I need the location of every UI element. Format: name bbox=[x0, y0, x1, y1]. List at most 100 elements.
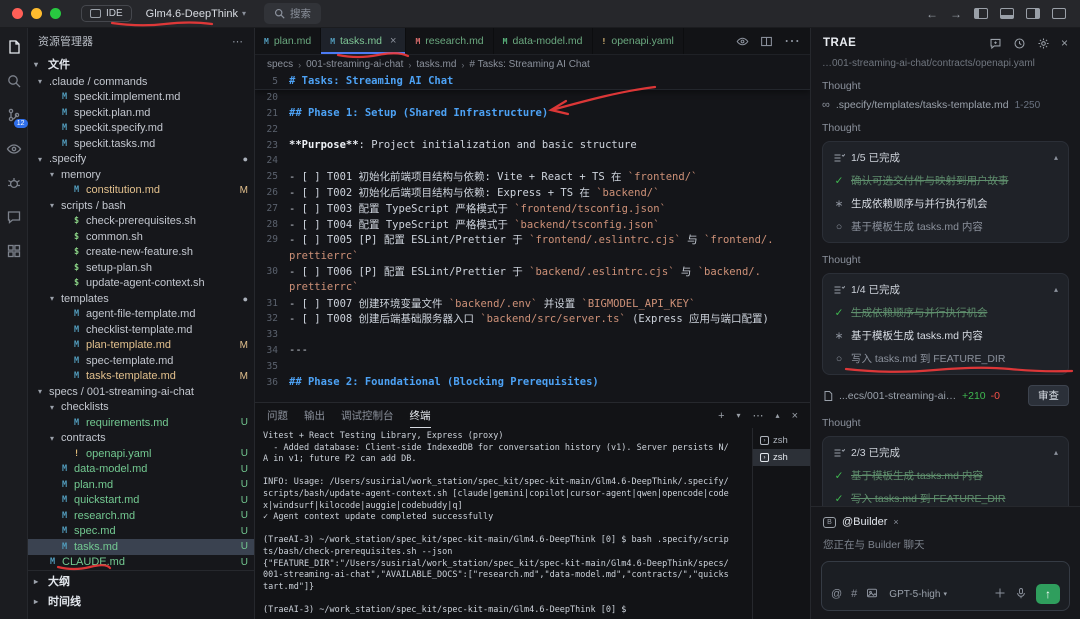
tree-item[interactable]: $ setup-plan.sh bbox=[28, 260, 254, 276]
tree-item[interactable]: Mdata-model.md U bbox=[28, 462, 254, 478]
attach-image-icon[interactable] bbox=[866, 587, 878, 602]
panel-more-icon[interactable]: ⋯ bbox=[753, 409, 764, 422]
collapse-chevron-icon[interactable]: ▴ bbox=[1054, 448, 1058, 457]
code-line[interactable]: 20 bbox=[255, 90, 810, 106]
code-editor[interactable]: 5 # Tasks: Streaming AI Chat 20 21 ## Phase… bbox=[255, 74, 810, 402]
context-hash-icon[interactable]: # bbox=[851, 588, 857, 600]
tree-item[interactable]: $ check-prerequisites.sh bbox=[28, 214, 254, 230]
task-progress-card[interactable]: 1/5 已完成 ▴ ✓ 确认可选交付件与映射到用户故事 ∗ 生成依赖顺序与并行执行机会 ○ 基… bbox=[822, 141, 1069, 243]
model-selector[interactable]: GPT-5-high ▾ bbox=[889, 589, 947, 600]
tree-item[interactable]: Mtasks-template.md M bbox=[28, 369, 254, 385]
shell-item[interactable]: › zsh bbox=[753, 449, 810, 466]
task-progress-card[interactable]: 2/3 已完成 ▴ ✓ 基于模板生成 tasks.md 内容 ✓ 写入 tasks.md … bbox=[822, 436, 1069, 506]
tree-item[interactable]: Mspeckit.implement.md bbox=[28, 90, 254, 106]
breadcrumb-segment[interactable]: 001-streaming-ai-chat bbox=[306, 59, 403, 70]
layout-customize-icon[interactable] bbox=[1052, 8, 1066, 19]
search-sidebar-icon[interactable] bbox=[5, 72, 23, 90]
nav-forward-icon[interactable]: → bbox=[950, 7, 962, 21]
close-assistant-icon[interactable]: × bbox=[1061, 36, 1068, 50]
code-line[interactable]: 25 - [ ] T001 初始化前端项目结构与依赖: Vite + React … bbox=[255, 169, 810, 185]
tree-item[interactable]: $ create-new-feature.sh bbox=[28, 245, 254, 261]
panel-tab[interactable]: 输出 bbox=[304, 403, 325, 428]
code-line[interactable]: 26 - [ ] T002 初始化后端项目结构与依赖: Express + TS … bbox=[255, 185, 810, 201]
breadcrumb-segment[interactable]: # Tasks: Streaming AI Chat bbox=[469, 59, 589, 70]
tree-item[interactable]: $ update-agent-context.sh bbox=[28, 276, 254, 292]
terminal-profile-chevron-icon[interactable]: ▾ bbox=[737, 411, 741, 420]
editor-tab[interactable]: ! openapi.yaml bbox=[592, 28, 684, 54]
settings-gear-icon[interactable] bbox=[1037, 37, 1050, 50]
code-line[interactable]: 24 bbox=[255, 153, 810, 169]
new-chat-icon[interactable] bbox=[989, 37, 1002, 50]
enhance-prompt-icon[interactable] bbox=[994, 587, 1006, 602]
project-switcher[interactable]: Glm4.6-DeepThink ▾ bbox=[146, 8, 246, 20]
tree-item[interactable]: Mquickstart.md U bbox=[28, 493, 254, 509]
tree-item[interactable]: ▾ checklists bbox=[28, 400, 254, 416]
tree-item[interactable]: Mspeckit.specify.md bbox=[28, 121, 254, 137]
new-terminal-icon[interactable]: + bbox=[718, 410, 724, 422]
code-line[interactable]: 31 - [ ] T007 创建环境变量文件 `backend/.env` 并设置… bbox=[255, 295, 810, 311]
tree-item[interactable]: ▾ .claude / commands bbox=[28, 74, 254, 90]
builder-mention-row[interactable]: B @Builder × bbox=[811, 507, 1080, 530]
file-change-row[interactable]: ...ecs/001-streaming-ai-chat/tasks.md +21… bbox=[822, 385, 1069, 406]
send-button[interactable]: ↑ bbox=[1036, 584, 1060, 604]
collapse-chevron-icon[interactable]: ▴ bbox=[1054, 153, 1058, 162]
assistant-content[interactable]: …001-streaming-ai-chat/contracts/openapi… bbox=[811, 58, 1080, 506]
explorer-icon[interactable] bbox=[5, 38, 23, 56]
collapse-chevron-icon[interactable]: ▴ bbox=[1054, 285, 1058, 294]
minimize-window-button[interactable] bbox=[31, 8, 42, 19]
tree-item[interactable]: Mspec-template.md bbox=[28, 353, 254, 369]
nav-back-icon[interactable]: ← bbox=[926, 7, 938, 21]
tree-item[interactable]: ▾ templates ● bbox=[28, 291, 254, 307]
search-box[interactable]: 搜索 bbox=[264, 3, 322, 24]
code-line[interactable]: 22 bbox=[255, 121, 810, 137]
timeline-section[interactable]: ▸ 时间线 bbox=[28, 591, 254, 611]
breadcrumb-segment[interactable]: tasks.md bbox=[416, 59, 456, 70]
tree-item[interactable]: Mtasks.md U bbox=[28, 539, 254, 555]
tree-item[interactable]: Mspec.md U bbox=[28, 524, 254, 540]
toggle-right-sidebar-icon[interactable] bbox=[1026, 8, 1040, 19]
code-line[interactable]: 21 ## Phase 1: Setup (Shared Infrastructu… bbox=[255, 106, 810, 122]
sticky-scroll-line[interactable]: 5 # Tasks: Streaming AI Chat bbox=[255, 74, 810, 90]
code-line[interactable]: 36 ## Phase 2: Foundational (Blocking Pre… bbox=[255, 374, 810, 390]
tree-item[interactable]: ▾ scripts / bash bbox=[28, 198, 254, 214]
tree-item[interactable]: Mchecklist-template.md bbox=[28, 322, 254, 338]
code-line[interactable]: 28 - [ ] T004 配置 TypeScript 严格模式于 `backen… bbox=[255, 216, 810, 232]
panel-tab[interactable]: 终端 bbox=[410, 403, 431, 428]
open-preview-icon[interactable] bbox=[736, 35, 749, 48]
more-actions-icon[interactable]: ⋯ bbox=[784, 31, 800, 51]
remove-mention-icon[interactable]: × bbox=[893, 517, 898, 527]
debug-icon[interactable] bbox=[5, 174, 23, 192]
tree-item[interactable]: Mrequirements.md U bbox=[28, 415, 254, 431]
tree-item[interactable]: M CLAUDE.md U bbox=[28, 555, 254, 571]
code-line[interactable]: 27 - [ ] T003 配置 TypeScript 严格模式于 `fronte… bbox=[255, 200, 810, 216]
editor-tab[interactable]: Mdata-model.md bbox=[493, 28, 593, 54]
editor-tab[interactable]: Mtasks.md × bbox=[321, 28, 407, 54]
zoom-window-button[interactable] bbox=[50, 8, 61, 19]
code-line[interactable]: 30 - [ ] T006 [P] 配置 ESLint/Prettier 于 `b… bbox=[255, 264, 810, 280]
voice-input-icon[interactable] bbox=[1015, 587, 1027, 602]
close-window-button[interactable] bbox=[12, 8, 23, 19]
tree-item[interactable]: Mconstitution.md M bbox=[28, 183, 254, 199]
source-control-icon[interactable]: 12 bbox=[5, 106, 28, 128]
tree-item[interactable]: Mplan.md U bbox=[28, 477, 254, 493]
tree-item[interactable]: ▾ specs / 001-streaming-ai-chat bbox=[28, 384, 254, 400]
file-reference[interactable]: ∞ .specify/templates/tasks-template.md 1-2… bbox=[822, 99, 1069, 111]
code-line[interactable]: 23 **Purpose**: Project initialization an… bbox=[255, 137, 810, 153]
code-line[interactable]: 35 bbox=[255, 358, 810, 374]
code-line[interactable]: 34 --- bbox=[255, 343, 810, 359]
code-line[interactable]: prettierrc` bbox=[255, 248, 810, 264]
tree-item[interactable]: Magent-file-template.md bbox=[28, 307, 254, 323]
review-button[interactable]: 审查 bbox=[1028, 385, 1069, 406]
files-section-header[interactable]: ▾ 文件 bbox=[28, 54, 254, 74]
extensions-icon[interactable] bbox=[5, 242, 23, 260]
ide-mode-badge[interactable]: IDE bbox=[81, 5, 132, 22]
breadcrumb[interactable]: specs › 001-streaming-ai-chat › tasks.md › # T… bbox=[255, 55, 810, 74]
code-line[interactable]: 32 - [ ] T008 创建后端基础服务器入口 `backend/src/se… bbox=[255, 311, 810, 327]
chat-input[interactable]: @ # GPT-5-high ▾ ↑ bbox=[821, 561, 1070, 611]
tree-item[interactable]: $ common.sh bbox=[28, 229, 254, 245]
tree-item[interactable]: ▾ .specify ● bbox=[28, 152, 254, 168]
terminal-output[interactable]: Vitest + React Testing Library, Express … bbox=[255, 428, 752, 619]
close-panel-icon[interactable]: × bbox=[792, 410, 798, 422]
panel-tab[interactable]: 调试控制台 bbox=[341, 403, 394, 428]
editor-tab[interactable]: Mresearch.md bbox=[406, 28, 494, 54]
